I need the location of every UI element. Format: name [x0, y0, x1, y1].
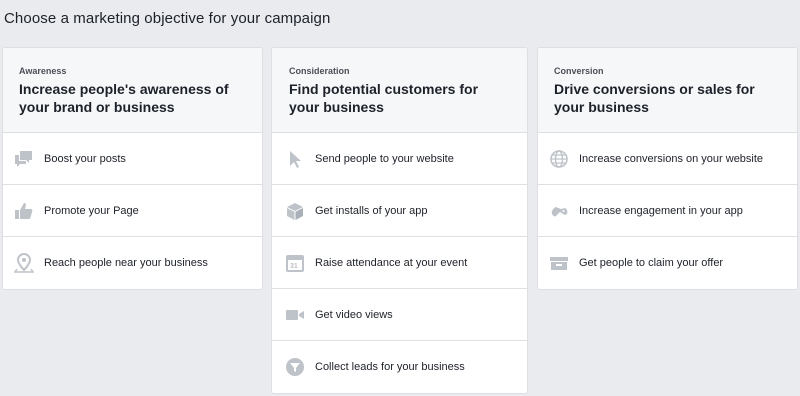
svg-text:31: 31: [290, 263, 298, 270]
column-header: Awareness Increase people's awareness of…: [3, 48, 262, 133]
column-eyebrow: Conversion: [554, 66, 604, 76]
objective-label: Promote your Page: [44, 204, 139, 217]
objective-label: Boost your posts: [44, 152, 126, 165]
objective-video-views[interactable]: Get video views: [272, 289, 527, 341]
video-camera-icon: [285, 305, 305, 325]
objective-label: Increase engagement in your app: [579, 204, 743, 217]
objective-column-awareness: Awareness Increase people's awareness of…: [2, 47, 263, 290]
objective-lead-generation[interactable]: Collect leads for your business: [272, 341, 527, 393]
box-icon: [285, 201, 305, 221]
objective-app-installs[interactable]: Get installs of your app: [272, 185, 527, 237]
column-header: Consideration Find potential customers f…: [272, 48, 527, 133]
objective-boost-posts[interactable]: Boost your posts: [3, 133, 262, 185]
speech-bubble-icon: [14, 149, 34, 169]
offer-tag-icon: [549, 253, 569, 273]
column-eyebrow: Awareness: [19, 66, 67, 76]
calendar-icon: 31: [285, 253, 305, 273]
objective-label: Get installs of your app: [315, 204, 428, 217]
objective-column-consideration: Consideration Find potential customers f…: [271, 47, 528, 394]
map-pin-icon: [14, 253, 34, 273]
objective-promote-page[interactable]: Promote your Page: [3, 185, 262, 237]
objective-label: Send people to your website: [315, 152, 454, 165]
page-title: Choose a marketing objective for your ca…: [4, 10, 331, 27]
objective-label: Collect leads for your business: [315, 361, 465, 373]
objective-event-responses[interactable]: 31 Raise attendance at your event: [272, 237, 527, 289]
objective-label: Raise attendance at your event: [315, 256, 468, 269]
objective-traffic[interactable]: Send people to your website: [272, 133, 527, 185]
objective-website-conversions[interactable]: Increase conversions on your website: [538, 133, 797, 185]
objective-reach-local[interactable]: Reach people near your business: [3, 237, 262, 289]
column-eyebrow: Consideration: [289, 66, 350, 76]
column-header: Conversion Drive conversions or sales fo…: [538, 48, 797, 133]
globe-icon: [549, 149, 569, 169]
funnel-icon: [285, 357, 305, 377]
objective-label: Increase conversions on your website: [579, 152, 764, 165]
column-title: Drive conversions or sales for your busi…: [554, 81, 755, 115]
objective-label: Get people to claim your offer: [579, 257, 724, 269]
thumbs-up-icon: [14, 201, 34, 221]
column-title: Find potential customers for your busine…: [289, 81, 479, 115]
objective-offer-claims[interactable]: Get people to claim your offer: [538, 237, 797, 289]
objective-app-engagement[interactable]: Increase engagement in your app: [538, 185, 797, 237]
cursor-icon: [285, 149, 305, 169]
objective-column-conversion: Conversion Drive conversions or sales fo…: [537, 47, 798, 290]
objective-label: Reach people near your business: [44, 257, 208, 269]
objective-label: Get video views: [315, 308, 393, 321]
column-title: Increase people's awareness of your bran…: [19, 81, 229, 115]
gamepad-icon: [549, 201, 569, 221]
